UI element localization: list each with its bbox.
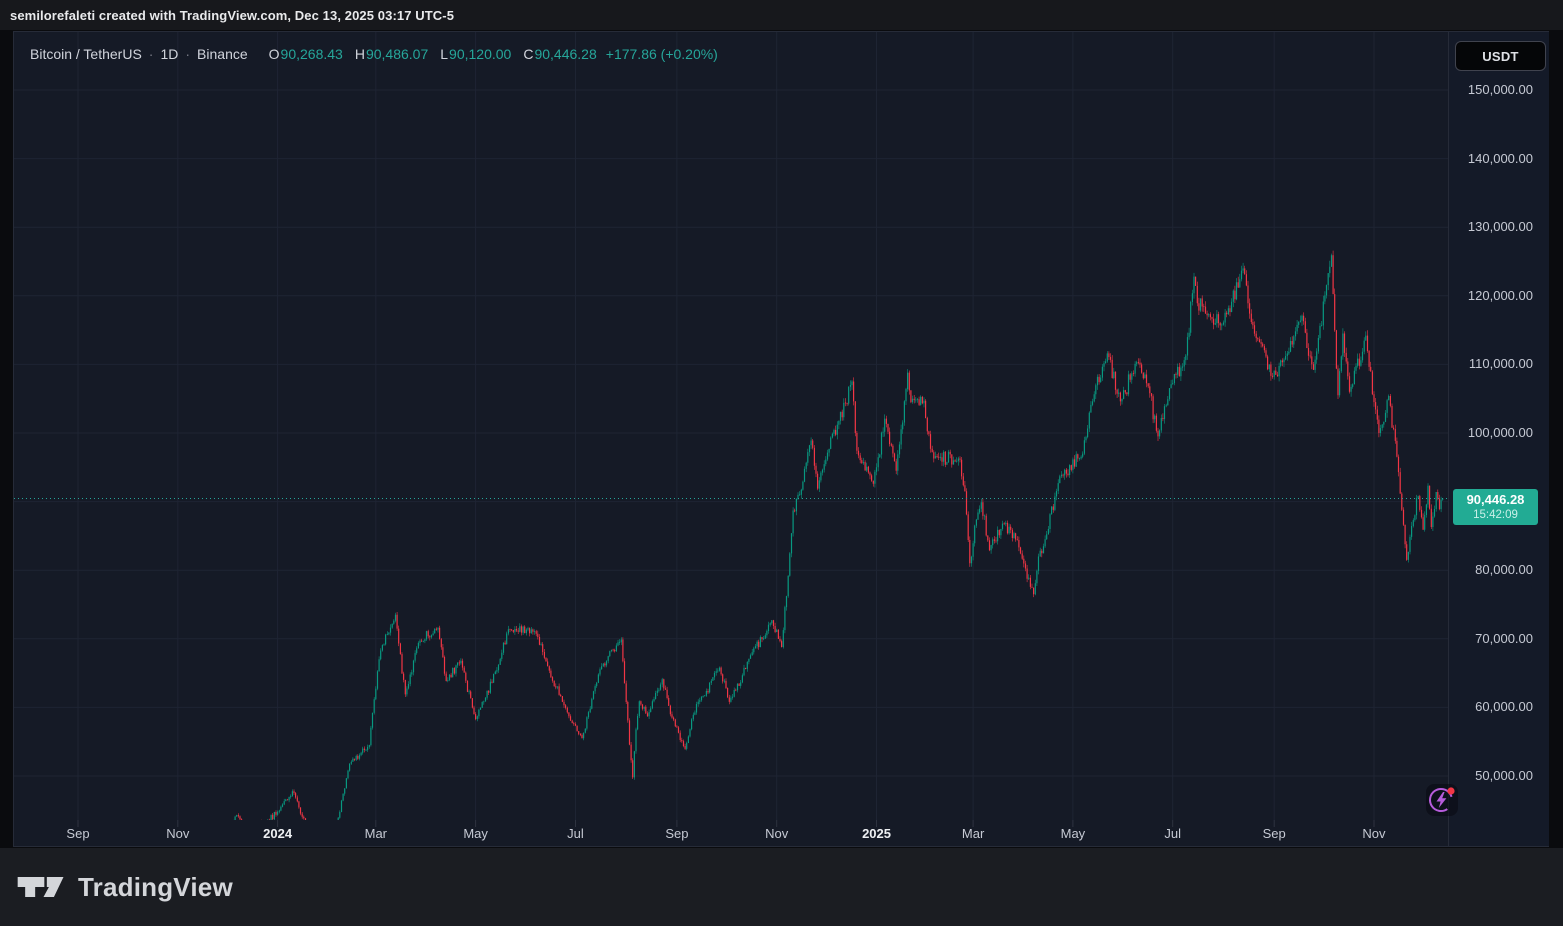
time-tick: Mar — [962, 826, 984, 841]
time-tick: Jul — [567, 826, 584, 841]
price-tick: 120,000.00 — [1468, 288, 1533, 303]
symbol-legend: Bitcoin / TetherUS · 1D · Binance O90,26… — [30, 46, 718, 62]
ohlc-values: O90,268.43 H90,486.07 L90,120.00 C90,446… — [269, 46, 597, 62]
high-label: H — [355, 46, 365, 62]
close-label: C — [523, 46, 533, 62]
close-value: 90,446.28 — [534, 46, 596, 62]
separator-dot: · — [149, 46, 154, 62]
low-value: 90,120.00 — [449, 46, 511, 62]
time-tick: Mar — [365, 826, 387, 841]
low-label: L — [440, 46, 448, 62]
time-tick: Nov — [765, 826, 788, 841]
tradingview-logo-icon — [16, 870, 66, 904]
tradingview-logo[interactable]: TradingView — [16, 870, 233, 904]
price-tick: 50,000.00 — [1475, 768, 1533, 783]
open-value: 90,268.43 — [281, 46, 343, 62]
tradingview-logo-text: TradingView — [78, 872, 233, 903]
top-strip: semilorefaleti created with TradingView.… — [0, 0, 1563, 30]
last-price-label[interactable]: 90,446.28 15:42:09 — [1453, 489, 1538, 525]
price-tick: 100,000.00 — [1468, 425, 1533, 440]
bar-countdown: 15:42:09 — [1453, 508, 1538, 522]
change-value: +177.86 (+0.20%) — [606, 46, 718, 62]
quick-trade-button[interactable] — [1426, 784, 1458, 816]
interval-label[interactable]: 1D — [160, 46, 178, 62]
time-tick: Sep — [1263, 826, 1286, 841]
notification-dot — [1447, 787, 1454, 794]
attribution-text: semilorefaleti created with TradingView.… — [10, 8, 454, 23]
time-tick: Jul — [1164, 826, 1181, 841]
chart-pane[interactable] — [13, 31, 1449, 847]
price-tick: 150,000.00 — [1468, 82, 1533, 97]
open-label: O — [269, 46, 280, 62]
exchange-label[interactable]: Binance — [197, 46, 248, 62]
time-tick: May — [463, 826, 488, 841]
bottom-band: TradingView — [0, 848, 1563, 926]
time-tick: 2024 — [263, 826, 292, 841]
last-price-value: 90,446.28 — [1453, 492, 1538, 508]
separator-dot: · — [185, 46, 190, 62]
time-tick: Sep — [665, 826, 688, 841]
price-tick: 140,000.00 — [1468, 151, 1533, 166]
lightning-icon — [1426, 784, 1458, 816]
time-tick: 2025 — [862, 826, 891, 841]
price-tick: 110,000.00 — [1469, 356, 1533, 371]
price-tick: 130,000.00 — [1468, 219, 1533, 234]
symbol-name[interactable]: Bitcoin / TetherUS — [30, 46, 142, 62]
high-value: 90,486.07 — [366, 46, 428, 62]
time-tick: Nov — [166, 826, 189, 841]
time-tick: Sep — [66, 826, 89, 841]
currency-toggle-button[interactable]: USDT — [1455, 41, 1546, 71]
time-tick: Nov — [1362, 826, 1385, 841]
time-tick: May — [1061, 826, 1086, 841]
price-tick: 70,000.00 — [1475, 631, 1533, 646]
price-tick: 80,000.00 — [1475, 562, 1533, 577]
price-tick: 60,000.00 — [1475, 699, 1533, 714]
